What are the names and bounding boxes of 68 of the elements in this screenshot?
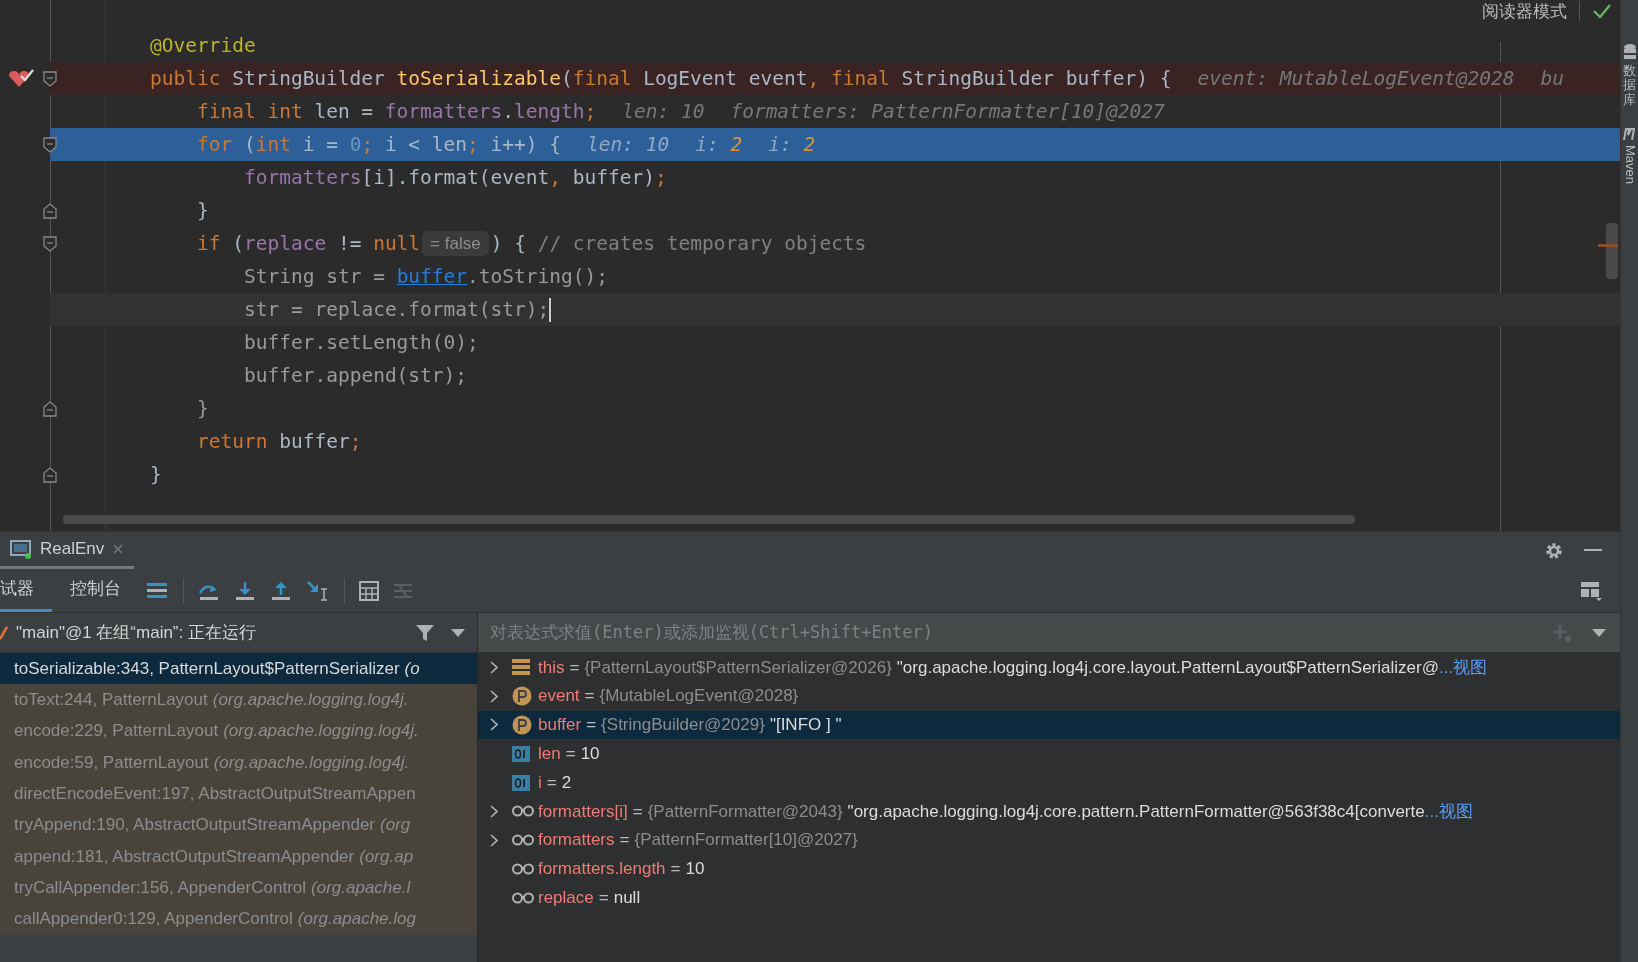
reader-mode-label[interactable]: 阅读器模式 [1482, 2, 1567, 20]
debugger-tab[interactable]: 控制台 [52, 569, 139, 612]
calculator-icon[interactable] [359, 580, 379, 601]
tool-window-label[interactable]: 数据库 [1623, 64, 1636, 107]
dropdown-caret-icon[interactable] [1592, 628, 1606, 637]
inline-value-chip: = false [422, 230, 489, 257]
variable-entry[interactable]: formatters[i] = {PatternFormatter@2043} "org.apache.logging.log4j.core.pattern.PatternFormatter@563f38c4[converte [538, 798, 1425, 825]
code-line: } [150, 461, 162, 488]
view-link[interactable]: ...视图 [1424, 798, 1473, 825]
code-line: return buffer; [197, 428, 362, 455]
text-cursor [549, 297, 552, 322]
horizontal-scrollbar[interactable] [63, 515, 1355, 524]
inline-debug-value: len: 10 [587, 131, 670, 158]
variable-entry[interactable]: this = {PatternLayout$PatternSerializer@2026} "org.apache.logging.log4j.core.layout.PatternLayout$PatternSerializer@ [538, 654, 1439, 681]
fold-icon[interactable] [43, 400, 57, 417]
stack-frame[interactable]: toSerializable:343, PatternLayout$PatternSerializer (o [0, 653, 477, 685]
run-tab[interactable]: RealEnv [0, 532, 135, 569]
check-icon[interactable] [1592, 3, 1612, 19]
debugger-tab[interactable]: 试器 [0, 569, 52, 612]
code-line: @Override [150, 32, 256, 59]
layout-icon[interactable] [1580, 580, 1602, 601]
run-to-cursor-icon[interactable] [306, 579, 330, 602]
code-line: String str = buffer.toString(); [244, 263, 608, 290]
fold-icon[interactable] [43, 235, 57, 252]
view-link[interactable]: ...视图 [1438, 654, 1488, 681]
code-line: public StringBuilder toSerializable(final LogEvent event, final StringBuilder buffer) { [150, 65, 1172, 92]
window-icon [10, 539, 32, 559]
dropdown-caret-icon[interactable] [451, 628, 465, 637]
settings-icon[interactable] [1544, 540, 1564, 561]
thread-selector[interactable]: "main"@1 在组“main”: 正在运行 [16, 619, 256, 646]
database-icon[interactable] [1623, 44, 1636, 60]
filter-icon[interactable] [415, 622, 435, 643]
inline-debug-value: bu [1540, 65, 1564, 92]
code-line: formatters[i].format(event, buffer); [244, 164, 667, 191]
variable-entry[interactable]: event = {MutableLogEvent@2028} [538, 683, 799, 709]
variable-entry[interactable]: formatters = {PatternFormatter[10]@2027} [538, 827, 858, 853]
code-line: ) { // creates temporary objects [490, 230, 867, 257]
inline-debug-value: len: 10 [622, 98, 705, 125]
pencil-icon [0, 624, 8, 641]
inline-debug-value: event: MutableLogEvent@2028 [1197, 65, 1515, 92]
inline-debug-value: formatters: PatternFormatter[10]@2027 [730, 98, 1165, 125]
inline-debug-value: i: 2 [768, 131, 816, 158]
code-line: final int len = formatters.length; [197, 98, 597, 125]
evaluate-expression-field[interactable]: 对表达式求值(Enter)或添加监视(Ctrl+Shift+Enter) [490, 619, 1552, 646]
vertical-scrollbar[interactable] [1606, 223, 1618, 279]
tool-window-label[interactable]: Maven [1622, 144, 1637, 184]
code-line: buffer.append(str); [244, 362, 468, 389]
maven-icon[interactable] [1623, 126, 1636, 141]
variable-entry[interactable]: i = 2 [538, 769, 572, 796]
step-out-icon[interactable] [270, 580, 292, 601]
fold-icon[interactable] [43, 202, 57, 219]
code-line: } [197, 395, 209, 422]
run-tab-label: RealEnv [40, 538, 105, 561]
fold-icon[interactable] [43, 70, 57, 87]
variable-entry[interactable]: replace = null [538, 885, 641, 911]
code-line: for (int i = 0; i < len; i++) { [197, 131, 561, 158]
code-line: buffer.setLength(0); [244, 329, 479, 356]
inline-debug-value: i: 2 [695, 131, 743, 158]
step-into-icon[interactable] [234, 580, 256, 601]
code-line: } [197, 197, 209, 224]
variable-entry[interactable]: len = 10 [538, 741, 600, 767]
frames-list-icon[interactable] [147, 581, 169, 600]
fold-icon[interactable] [43, 136, 57, 153]
fold-icon[interactable] [43, 466, 57, 483]
code-line: str = replace.format(str); [244, 296, 550, 323]
evaluate-field[interactable]: 对表达式求值(Enter)或添加监视(Ctrl+Shift+Enter) [478, 613, 1620, 653]
code-line: if (replace != null [197, 230, 421, 257]
variable-entry[interactable]: formatters.length = 10 [538, 856, 705, 882]
